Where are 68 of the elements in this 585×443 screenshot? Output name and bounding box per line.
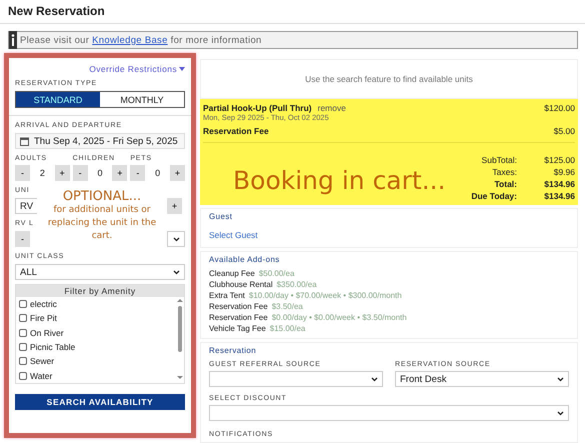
chevron-icon [557,410,564,416]
addon-item: Vehicle Tag Fee $15.00/ea [209,323,306,334]
amenity-option[interactable]: Fire Pit [16,311,176,326]
rv-length-select[interactable] [167,231,185,247]
checkbox[interactable] [19,328,27,337]
calendar-icon [20,136,29,146]
checkbox[interactable] [19,300,27,308]
chevron-icon [371,376,378,382]
checkbox[interactable] [19,314,27,322]
amenity-option[interactable]: Sewer [16,354,176,369]
caret-icon [179,67,185,71]
section-title: Available Add-ons [209,255,281,264]
callout-text: for additional units or replacing the unit in the cart. [46,204,158,243]
results-hint: Use the search feature to find available units [200,59,578,99]
unit-field[interactable]: RV [15,198,37,214]
unit-class-select[interactable]: ALL [15,264,185,280]
info-icon [9,31,17,49]
scrollbar[interactable] [176,297,184,381]
knowledge-base-link[interactable]: Knowledge Base [92,34,168,46]
addon-item: Clubhouse Rental $350.00/ea [209,279,318,290]
total-label: Taxes: [492,167,517,177]
total-value: $134.96 [544,179,575,189]
chevron-icon [173,270,180,274]
callout-title: OPTIONAL... [62,189,142,204]
section-title: Guest [209,212,234,221]
select-guest-link[interactable]: Select Guest [209,230,258,240]
cart-item-name: Partial Hook-Up (Pull Thru) [203,103,312,113]
cart-item-price: $5.00 [554,126,575,136]
addon-item: Extra Tent $10.00/day • $70.00/week • $300.00/month [209,290,403,301]
amenity-option[interactable]: electric [16,297,176,312]
increment-button[interactable]: + [112,165,128,181]
add-button[interactable]: + [167,198,182,214]
increment-button[interactable]: + [170,165,185,181]
dropdown-select[interactable]: Front Desk [395,371,569,387]
decrement-button[interactable]: - [15,165,30,181]
total-value: $9.96 [554,167,575,177]
total-label: SubTotal: [482,155,517,165]
chevron-icon [557,376,564,382]
decrement-button[interactable]: - [72,165,88,181]
chevron-icon [172,236,180,242]
checkbox[interactable] [19,372,27,380]
info-message: Please visit our Knowledge Base for more information [20,34,262,46]
section-title: Reservation [209,346,258,355]
total-label: Due Today: [471,191,517,201]
addon-item: Cleanup Fee $50.00/ea [209,268,296,279]
cart-item-name: Reservation Fee [203,126,269,136]
override-restrictions-link[interactable]: Override Restrictions [89,64,185,74]
page-title: New Reservation [0,0,585,24]
annotation-text: Booking in cart... [233,166,446,195]
remove-link[interactable]: remove [318,103,346,113]
decrement-button[interactable]: - [130,165,146,181]
increment-button[interactable]: + [54,165,70,181]
search-availability-button[interactable]: SEARCH AVAILABILITY [15,394,185,410]
amenity-filter-header: Filter by Amenity [16,285,184,297]
total-value: $125.00 [544,155,575,165]
amenity-option[interactable]: Picnic Table [16,340,176,354]
amenity-option[interactable]: Water [16,368,176,383]
addon-item: Reservation Fee $3.50/ea [209,301,304,312]
checkbox[interactable] [19,343,27,352]
date-range-field[interactable]: Thu Sep 4, 2025 - Fri Sep 5, 2025 [15,133,185,149]
total-label: Total: [494,179,517,189]
total-value: $134.96 [544,191,575,201]
reservation-type-option[interactable]: STANDARD [16,92,100,107]
cart-item-price: $120.00 [544,103,575,113]
amenity-option[interactable]: On River [16,326,176,340]
addon-item: Reservation Fee $0.00/day • $0.00/week • $3.50/month [209,312,408,323]
decrement-button[interactable]: - [15,231,30,247]
checkbox[interactable] [19,357,27,366]
